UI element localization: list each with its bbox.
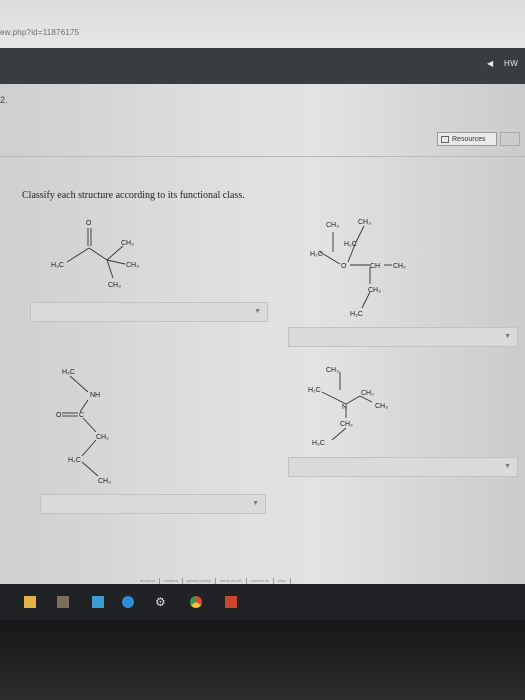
app-icon[interactable] [225,596,237,608]
ch2-label: CH₂ [96,434,109,441]
nh-label: NH [90,392,100,399]
ch3-label: CH₃ [98,478,111,485]
ch3-label-b: CH₃ [358,219,371,226]
mail-icon[interactable] [92,596,104,608]
h3c-label: H₃C [62,369,75,376]
structure-3: H₃C NH O C CH₂ H₂C CH₃ [50,362,150,492]
ch2-label-a: CH₂ [361,390,374,397]
hw-label[interactable]: HW [504,59,518,68]
ch2-label: CH₂ [393,263,406,270]
ch3-label-a: CH₃ [121,240,134,247]
classification-select-3[interactable]: ▼ [40,494,266,514]
chevron-down-icon: ▼ [254,308,261,315]
store-icon[interactable] [57,596,69,608]
carbon-label: C [79,412,84,419]
ch-label: CH [370,263,380,270]
classification-select-4[interactable]: ▼ [288,457,518,477]
windows-taskbar [0,584,525,620]
structure-1: O H₃C CH₃ CH₃ CH₃ [45,212,165,292]
chevron-down-icon: ▼ [252,500,259,507]
question-prompt: Classify each structure according to its… [22,190,245,201]
resources-button[interactable]: Resources [437,132,497,146]
extra-toolbar-button[interactable] [500,132,520,146]
monitor-bezel [0,620,525,700]
classification-select-1[interactable]: ▼ [30,302,268,322]
h3c-label: H₃C [312,440,325,447]
oxygen-label: O [86,220,92,227]
divider [0,156,525,157]
oxygen-label: O [56,412,62,419]
ch3-label-a: CH₃ [326,367,339,374]
screen: ew.php?id=11876175 ◀ HW 2. Resources Cla… [0,0,525,700]
nitrogen-label: N [342,404,347,411]
top-nav-bar: ◀ HW [0,48,525,84]
resources-label: Resources [452,135,486,143]
chrome-icon[interactable] [190,596,202,608]
browser-address-bar[interactable]: ew.php?id=11876175 [0,0,525,48]
structure-4: CH₃ H₂C CH₂ CH₃ N CH₂ H₃C [300,362,410,452]
h2c-label-b: H₂C [310,251,323,258]
structure-2: CH₃ CH₃ H₂C H₂C O CH CH₂ CH₃ H₃C [300,212,420,322]
collapse-arrow-icon[interactable]: ◀ [487,59,493,68]
question-marker: 2. [0,95,8,105]
chevron-down-icon: ▼ [504,463,511,470]
h2c-label: H₂C [68,457,81,464]
settings-icon[interactable]: ⚙ [155,596,167,608]
ch3-label-c: CH₃ [108,282,121,289]
document-icon [441,135,449,143]
file-explorer-icon[interactable] [24,596,36,608]
h2c-label-a: H₂C [344,241,357,248]
h2c-label: H₂C [308,387,321,394]
h3c-label: H₃C [51,262,64,269]
ch2-label-b: CH₂ [340,421,353,428]
url-text[interactable]: ew.php?id=11876175 [0,28,79,37]
ch3-label-c: CH₃ [368,287,381,294]
ch3-label-b: CH₃ [126,262,139,269]
ch3-label-b: CH₃ [375,403,388,410]
edge-icon[interactable] [122,596,134,608]
h3c-label: H₃C [350,311,363,318]
chevron-down-icon: ▼ [504,333,511,340]
classification-select-2[interactable]: ▼ [288,327,518,347]
oxygen-label: O [341,263,347,270]
ch3-label-a: CH₃ [326,222,339,229]
